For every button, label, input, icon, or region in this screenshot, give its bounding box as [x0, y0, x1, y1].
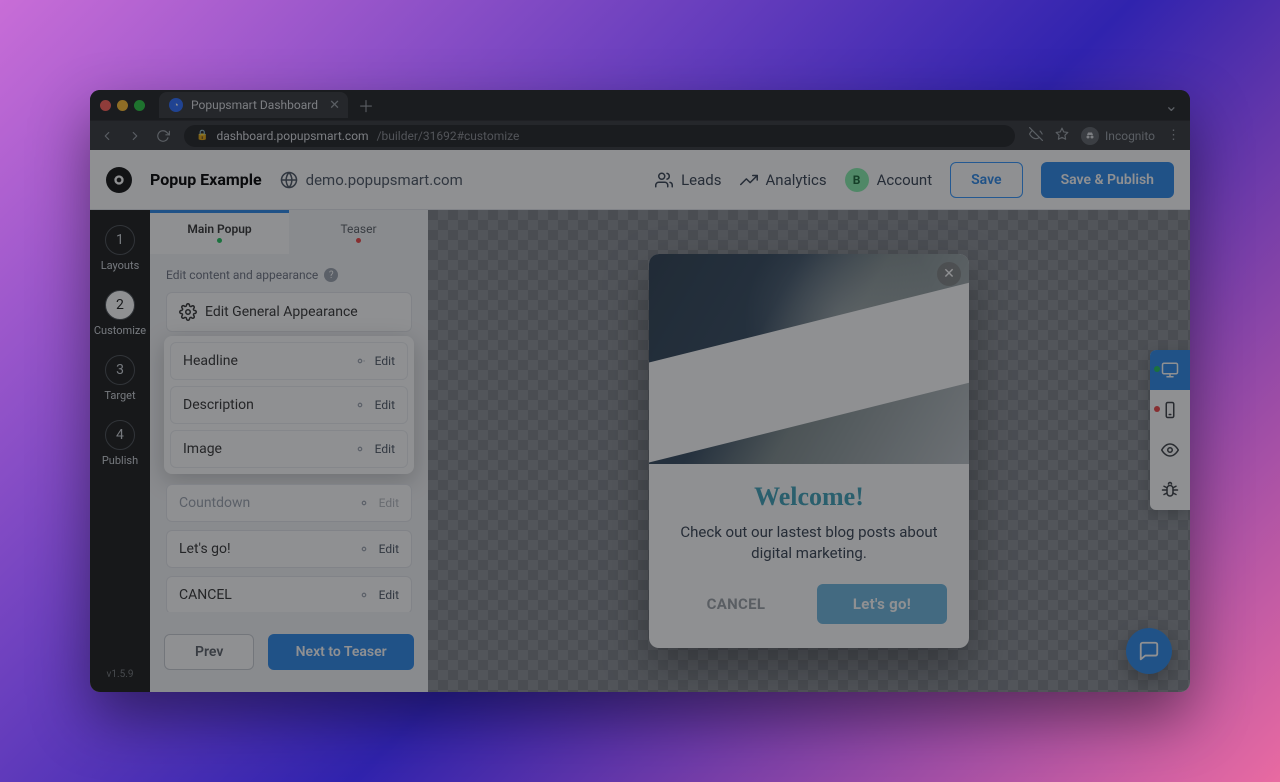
incognito-label: Incognito [1105, 129, 1155, 143]
canvas-toolbar [1150, 350, 1190, 510]
back-button[interactable] [100, 129, 114, 143]
popup-cta-button[interactable]: Let's go! [817, 584, 947, 624]
gear-icon [357, 542, 371, 556]
version-label: v1.5.9 [107, 669, 134, 680]
reload-button[interactable] [156, 129, 170, 143]
countdown-row[interactable]: Countdown Edit [166, 484, 412, 522]
browser-menu-icon[interactable]: ⋮ [1167, 128, 1180, 143]
analytics-label: Analytics [766, 171, 827, 189]
popup-cancel-button[interactable]: CANCEL [671, 584, 801, 624]
leads-icon [655, 171, 673, 189]
save-publish-button[interactable]: Save & Publish [1041, 162, 1174, 198]
close-icon[interactable]: ✕ [937, 262, 961, 286]
step-publish[interactable]: 4Publish [102, 420, 138, 467]
browser-address-bar: 🔒 dashboard.popupsmart.com/builder/31692… [90, 120, 1190, 150]
gear-icon [353, 442, 367, 456]
account-avatar: B [845, 168, 869, 192]
globe-icon [280, 171, 298, 189]
tab-teaser[interactable]: Teaser [289, 210, 428, 254]
analytics-link[interactable]: Analytics [740, 171, 827, 189]
browser-tab[interactable]: ◔ Popupsmart Dashboard ✕ [159, 92, 348, 118]
url-field[interactable]: 🔒 dashboard.popupsmart.com/builder/31692… [184, 125, 1015, 147]
new-tab-button[interactable]: ＋ [358, 93, 374, 117]
edit-label: Edit [379, 588, 399, 602]
step-target[interactable]: 3Target [104, 355, 135, 402]
popup-description: Check out our lastest blog posts about d… [649, 512, 969, 584]
save-button[interactable]: Save [950, 162, 1022, 198]
edit-label: Edit [379, 496, 399, 510]
image-row[interactable]: Image Edit [170, 430, 408, 468]
leads-link[interactable]: Leads [655, 171, 721, 189]
cancel-row[interactable]: CANCEL Edit [166, 576, 412, 612]
prev-button[interactable]: Prev [164, 634, 254, 670]
app-header: Popup Example demo.popupsmart.com Leads … [90, 150, 1190, 210]
mobile-preview-icon[interactable] [1150, 390, 1190, 430]
site-domain: demo.popupsmart.com [306, 171, 463, 189]
close-window[interactable] [100, 100, 111, 111]
bug-icon[interactable] [1150, 470, 1190, 510]
panel-tabs: Main Popup Teaser [150, 210, 428, 254]
step-nav: 1Layouts 2Customize 3Target 4Publish v1.… [90, 150, 150, 692]
general-appearance-label: Edit General Appearance [205, 304, 358, 320]
gear-icon [353, 354, 367, 368]
panel-hint: Edit content and appearance? [166, 268, 412, 282]
url-path: /builder/31692#customize [377, 129, 520, 143]
maximize-window[interactable] [134, 100, 145, 111]
eye-off-icon[interactable] [1029, 127, 1043, 145]
step-layouts[interactable]: 1Layouts [101, 225, 140, 272]
bookmark-star-icon[interactable] [1055, 127, 1069, 145]
preview-canvas: ✕ Welcome! Check out our lastest blog po… [428, 150, 1190, 692]
window-controls [100, 100, 145, 111]
edit-label: Edit [375, 398, 395, 412]
headline-row[interactable]: Headline Edit [170, 342, 408, 380]
incognito-icon [1081, 127, 1099, 145]
edit-label: Edit [375, 354, 395, 368]
leads-label: Leads [681, 171, 721, 189]
popup-headline: Welcome! [649, 482, 969, 512]
editor-panel: Main Popup Teaser Edit content and appea… [150, 150, 428, 692]
step-customize[interactable]: 2Customize [94, 290, 146, 337]
general-appearance-row[interactable]: Edit General Appearance [166, 292, 412, 332]
gear-icon [357, 496, 371, 510]
tab-title: Popupsmart Dashboard [191, 98, 318, 112]
tabs-dropdown-icon[interactable]: ⌄ [1165, 96, 1178, 115]
tab-main-popup[interactable]: Main Popup [150, 210, 289, 254]
edit-label: Edit [379, 542, 399, 556]
close-tab-icon[interactable]: ✕ [329, 98, 340, 113]
popup-preview: ✕ Welcome! Check out our lastest blog po… [649, 254, 969, 648]
edit-label: Edit [375, 442, 395, 456]
site-selector[interactable]: demo.popupsmart.com [280, 171, 463, 189]
lock-icon: 🔒 [196, 130, 208, 141]
account-label: Account [877, 171, 933, 189]
tab-favicon: ◔ [169, 98, 183, 112]
letsgo-row[interactable]: Let's go! Edit [166, 530, 412, 568]
desktop-preview-icon[interactable] [1150, 350, 1190, 390]
campaign-title: Popup Example [150, 170, 262, 189]
highlighted-rows: Headline Edit Description Edit Image Edi… [164, 336, 414, 474]
next-button[interactable]: Next to Teaser [268, 634, 414, 670]
gear-icon [357, 588, 371, 602]
gear-icon [179, 303, 197, 321]
account-link[interactable]: B Account [845, 168, 933, 192]
description-row[interactable]: Description Edit [170, 386, 408, 424]
url-domain: dashboard.popupsmart.com [216, 129, 368, 143]
visibility-icon[interactable] [1150, 430, 1190, 470]
minimize-window[interactable] [117, 100, 128, 111]
forward-button[interactable] [128, 129, 142, 143]
help-icon[interactable]: ? [324, 268, 338, 282]
incognito-chip[interactable]: Incognito [1081, 127, 1155, 145]
gear-icon [353, 398, 367, 412]
chat-fab[interactable] [1126, 628, 1172, 674]
browser-tabbar: ◔ Popupsmart Dashboard ✕ ＋ ⌄ [90, 90, 1190, 120]
popup-image [649, 254, 969, 464]
analytics-icon [740, 171, 758, 189]
app-logo[interactable] [106, 167, 132, 193]
